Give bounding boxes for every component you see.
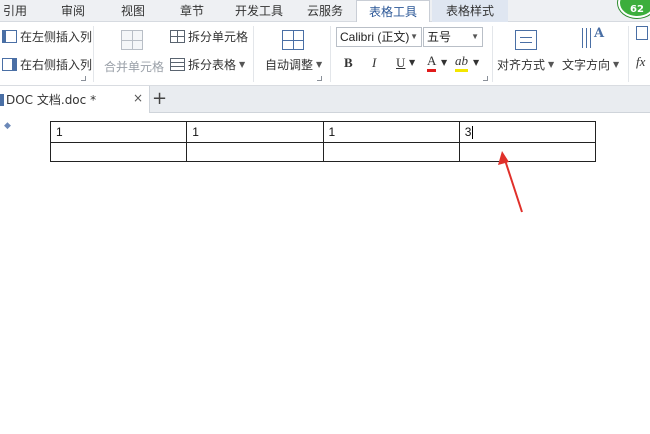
- tab-developer[interactable]: 开发工具: [228, 0, 290, 22]
- tab-chapter[interactable]: 章节: [172, 0, 212, 22]
- split-table-label: 拆分表格: [188, 57, 237, 72]
- group-divider: [492, 26, 493, 82]
- auto-fit-label: 自动调整: [265, 57, 314, 72]
- italic-button[interactable]: I: [372, 54, 376, 72]
- insert-left-column-button[interactable]: 在左侧插入列: [2, 26, 92, 46]
- insert-left-column-icon: [2, 29, 17, 43]
- annotation-arrow: [498, 151, 523, 213]
- text-direction-button[interactable]: 文字方向 ▼: [562, 54, 619, 74]
- font-name-select[interactable]: Calibri (正文) ▼: [336, 27, 422, 47]
- chevron-down-icon: ▼: [239, 59, 246, 69]
- font-color-button[interactable]: A: [427, 54, 437, 72]
- align-label: 对齐方式: [497, 57, 546, 72]
- chevron-down-icon[interactable]: ▼: [409, 54, 415, 72]
- text-direction-label: 文字方向: [562, 57, 611, 72]
- doc-file-icon: [0, 93, 4, 106]
- chevron-down-icon: ▼: [548, 59, 555, 69]
- split-cells-label: 拆分单元格: [188, 29, 249, 44]
- font-size-value: 五号: [427, 30, 452, 44]
- font-size-select[interactable]: 五号 ▼: [423, 27, 483, 47]
- auto-fit-button[interactable]: 自动调整 ▼: [265, 54, 322, 74]
- document-tab-label: DOC 文档.doc *: [6, 93, 97, 107]
- close-icon[interactable]: ×: [133, 91, 143, 105]
- formula-icon: [636, 26, 648, 40]
- dialog-launcher-icon[interactable]: [483, 76, 488, 81]
- chevron-down-icon: ▼: [471, 32, 479, 41]
- notification-badge[interactable]: 62: [618, 0, 650, 18]
- split-cells-icon: [170, 29, 185, 43]
- merge-cells-button[interactable]: 合并单元格: [104, 58, 164, 75]
- split-cells-button[interactable]: 拆分单元格: [170, 26, 248, 46]
- text-direction-icon: A: [580, 26, 604, 48]
- chevron-down-icon: ▼: [316, 59, 323, 69]
- new-tab-button[interactable]: +: [152, 88, 167, 110]
- formula-button[interactable]: fx: [636, 54, 645, 70]
- tab-cloud-service[interactable]: 云服务: [298, 0, 352, 22]
- group-divider: [330, 26, 331, 82]
- dialog-launcher-icon[interactable]: [81, 76, 86, 81]
- document-canvas[interactable]: ◆ 1 1 1 3: [0, 113, 650, 434]
- merge-cells-icon: [121, 30, 143, 50]
- align-button[interactable]: 对齐方式 ▼: [497, 54, 554, 74]
- arrow-head: [498, 151, 509, 165]
- auto-fit-icon: [282, 30, 304, 50]
- group-divider: [628, 26, 629, 82]
- arrow-shaft: [503, 156, 523, 213]
- split-table-button[interactable]: 拆分表格 ▼: [170, 54, 245, 74]
- chevron-down-icon: ▼: [410, 32, 418, 41]
- tab-table-tools[interactable]: 表格工具: [356, 0, 430, 23]
- align-icon: [515, 30, 537, 50]
- menu-bar: 引用 审阅 视图 章节 开发工具 云服务 表格工具 表格样式 62: [0, 0, 650, 23]
- font-name-value: Calibri (正文): [340, 30, 410, 44]
- insert-right-column-label: 在右侧插入列: [20, 57, 93, 72]
- highlight-button[interactable]: ab: [455, 54, 468, 72]
- group-divider: [253, 26, 254, 82]
- chevron-down-icon[interactable]: ▼: [441, 54, 447, 72]
- chevron-down-icon: ▼: [613, 59, 620, 69]
- document-tab[interactable]: DOC 文档.doc * ×: [0, 86, 150, 113]
- tab-review[interactable]: 审阅: [53, 0, 93, 22]
- bold-button[interactable]: B: [344, 54, 353, 72]
- insert-right-column-button[interactable]: 在右侧插入列: [2, 54, 92, 74]
- insert-right-column-icon: [2, 57, 17, 71]
- group-divider: [93, 26, 94, 82]
- insert-left-column-label: 在左侧插入列: [20, 29, 93, 44]
- dialog-launcher-icon[interactable]: [317, 76, 322, 81]
- tab-view[interactable]: 视图: [113, 0, 153, 22]
- ribbon-toolbar: 在左侧插入列 在右侧插入列 合并单元格 拆分单元格 拆分表格 ▼ 自动调整 ▼ …: [0, 22, 650, 86]
- document-tab-bar: DOC 文档.doc * × +: [0, 86, 650, 113]
- split-table-icon: [170, 57, 185, 71]
- tab-references[interactable]: 引用: [0, 0, 32, 22]
- tab-table-styles[interactable]: 表格样式: [432, 0, 508, 22]
- chevron-down-icon[interactable]: ▼: [473, 54, 479, 72]
- underline-button[interactable]: U: [396, 54, 405, 72]
